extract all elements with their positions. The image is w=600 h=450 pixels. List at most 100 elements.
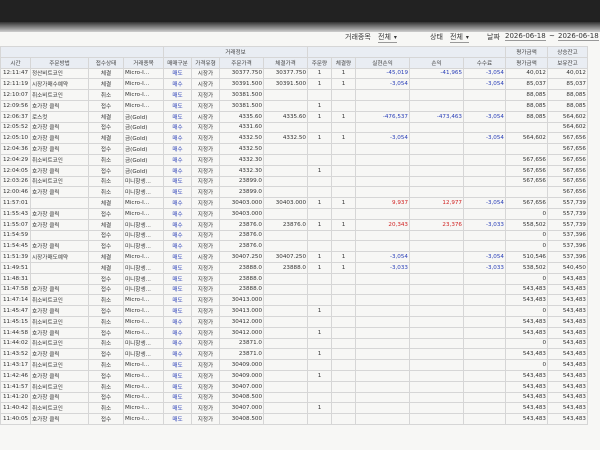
table-cell: 지정가 — [191, 218, 220, 231]
table-row[interactable]: 11:44:58 호가창 클릭 접수 Micro-I... 매수 지정가 30412.000… — [0, 326, 588, 339]
table-row[interactable]: 11:42:46 호가창 클릭 접수 Micro-I... 매도 지정가 30409.000… — [0, 369, 588, 382]
table-row[interactable]: 11:47:14 취소비트코인 취소 Micro-I... 매도 지정가 30413.000… — [0, 294, 588, 307]
table-cell: 취소비트코인 — [30, 89, 89, 101]
table-cell: 1 — [307, 110, 332, 123]
table-row[interactable]: 11:55:07 호가창 클릭 체결 미니항셍... 매수 지정가 23876.0 23876… — [0, 218, 588, 231]
table-row[interactable]: 11:40:05 호가창 클릭 접수 Micro-I... 매도 지정가 30408.500… — [0, 413, 588, 425]
table-row[interactable]: 11:40:42 취소비트코인 취소 Micro-I... 매도 지정가 30407.000… — [0, 402, 588, 415]
table-cell: 1 — [307, 261, 332, 274]
table-row[interactable]: 11:51:39 시장가매도예약 체결 Micro-I... 매도 시장가 30407.25… — [0, 251, 588, 263]
table-cell — [263, 369, 308, 382]
table-cell: 12:03:26 — [0, 175, 31, 188]
table-row[interactable]: 11:41:20 호가창 클릭 접수 Micro-I... 매도 지정가 30408.500… — [0, 391, 588, 404]
table-cell: 11:41:20 — [0, 391, 31, 404]
table-cell: Micro-I... — [123, 315, 164, 328]
table-row[interactable]: 12:04:36 호가창 클릭 접수 금(Gold) 매수 지정가 4332.50 567,6… — [0, 143, 588, 155]
table-row[interactable]: 12:11:19 시장가매수예약 체결 Micro-I... 매수 시장가 30391.50… — [0, 78, 588, 91]
table-row[interactable]: 12:04:29 취소비트코인 취소 금(Gold) 매수 지정가 4332.30 567,6… — [0, 153, 588, 166]
table-row[interactable]: 11:47:58 호가창 클릭 접수 미니항셍... 매도 지정가 23888.0 543,4… — [0, 283, 588, 296]
table-cell: 호가창 클릭 — [30, 132, 89, 145]
table-row[interactable]: 11:43:17 취소비트코인 취소 Micro-I... 매도 지정가 30409.000… — [0, 359, 588, 371]
table-row[interactable]: 11:54:45 호가창 클릭 접수 미니항셍... 매수 지정가 23876.0 0 537,… — [0, 240, 588, 253]
table-row[interactable]: 11:49:51 체결 미니항셍... 매도 지정가 23888.0 23888.0 1 1 -3… — [0, 261, 588, 274]
table-cell: 지정가 — [191, 186, 220, 199]
table-cell — [463, 337, 506, 350]
column-header[interactable]: 매매구분 — [163, 56, 192, 69]
table-cell: Micro-I... — [123, 197, 164, 209]
table-row[interactable]: 12:06:37 로스컷 체결 금(Gold) 매도 시장가 4335.60 4335.60 1… — [0, 110, 588, 123]
date-from-input[interactable]: 2026-06-18 — [505, 32, 546, 41]
stock-filter-select[interactable]: 전체 ▾ — [378, 32, 397, 43]
table-cell: 23899.0 — [219, 175, 264, 188]
table-cell: 접수 — [88, 326, 124, 339]
table-cell — [331, 283, 356, 296]
table-cell: 1 — [307, 369, 332, 382]
table-row[interactable]: 12:04:05 호가창 클릭 접수 금(Gold) 매수 지정가 4332.30 1 567,… — [0, 164, 588, 177]
status-filter-select[interactable]: 전체 ▾ — [450, 32, 469, 43]
column-header[interactable]: 접수상태 — [88, 56, 124, 69]
table-row[interactable]: 12:10:07 취소비트코인 취소 Micro-I... 매도 지정가 30381.500… — [0, 89, 588, 101]
table-cell: 지정가 — [191, 391, 220, 404]
table-cell: -41,965 — [409, 67, 464, 80]
column-header[interactable]: 가격유형 — [191, 56, 220, 69]
column-header[interactable]: 시간 — [0, 56, 31, 69]
table-cell: 호가창 클릭 — [30, 218, 89, 231]
table-row[interactable]: 11:48:31 접수 미니항셍... 매도 지정가 23888.0 0 543,483 — [0, 272, 588, 285]
table-cell — [463, 207, 506, 220]
table-cell — [409, 315, 464, 328]
column-header[interactable]: 체결량 — [331, 56, 356, 69]
column-header[interactable]: 평가금액 — [505, 56, 548, 69]
column-header[interactable]: 보유잔고 — [547, 56, 588, 69]
table-cell: 지정가 — [191, 305, 220, 317]
column-header[interactable]: 손익 — [409, 56, 464, 69]
group-header-eval-amount: 평가금액 — [505, 46, 548, 58]
table-cell: 543,483 — [505, 369, 548, 382]
table-row[interactable]: 12:05:52 호가창 클릭 접수 금(Gold) 매수 지정가 4331.60 564,6… — [0, 121, 588, 134]
table-row[interactable]: 11:45:15 취소비트코인 취소 Micro-I... 매수 지정가 30412.000… — [0, 315, 588, 328]
table-cell: 1 — [331, 78, 356, 91]
table-cell: 1 — [331, 261, 356, 274]
table-cell: 지정가 — [191, 229, 220, 242]
table-cell: 지정가 — [191, 315, 220, 328]
column-header[interactable]: 체결가격 — [263, 56, 308, 69]
table-cell: 호가창 클릭 — [30, 391, 89, 404]
column-header[interactable]: 거래종목 — [123, 56, 164, 69]
table-row[interactable]: 11:41:57 취소비트코인 취소 Micro-I... 매도 지정가 30407.000… — [0, 380, 588, 393]
table-row[interactable]: 12:05:10 호가창 클릭 체결 금(Gold) 매수 지정가 4332.50 4332.… — [0, 132, 588, 145]
table-row[interactable]: 11:55:43 호가창 클릭 접수 Micro-I... 매수 지정가 30403.000… — [0, 207, 588, 220]
table-cell — [463, 186, 506, 199]
table-cell — [463, 164, 506, 177]
date-to-input[interactable]: 2026-06-18 — [558, 32, 599, 41]
table-cell: 1 — [307, 197, 332, 209]
table-row[interactable]: 11:45:47 호가창 클릭 접수 Micro-I... 매도 지정가 30413.000… — [0, 305, 588, 317]
column-header[interactable]: 실현손익 — [355, 56, 410, 69]
table-row[interactable]: 11:57:01 체결 Micro-I... 매수 지정가 30403.000 30403.… — [0, 197, 588, 209]
table-row[interactable]: 11:43:52 호가창 클릭 접수 미니항셍... 매수 지정가 23871.0 1 543,… — [0, 348, 588, 361]
table-cell — [463, 89, 506, 101]
table-cell — [263, 99, 308, 112]
table-cell — [355, 391, 410, 404]
table-cell — [463, 229, 506, 242]
table-cell: 체결 — [88, 197, 124, 209]
table-row[interactable]: 11:44:02 취소비트코인 취소 미니항셍... 매수 지정가 23871.0 0 543,… — [0, 337, 588, 350]
table-cell: Micro-I... — [123, 326, 164, 339]
table-cell: 1 — [331, 110, 356, 123]
table-cell: 미니항셍... — [123, 337, 164, 350]
column-header[interactable]: 주문량 — [307, 56, 332, 69]
table-row[interactable]: 11:54:59 접수 미니항셍... 매수 지정가 23876.0 0 537,396 — [0, 229, 588, 242]
table-cell: 1 — [307, 348, 332, 361]
column-header[interactable]: 수수료 — [463, 56, 506, 69]
column-header[interactable]: 주문가격 — [219, 56, 264, 69]
table-cell: 543,483 — [547, 283, 588, 296]
table-row[interactable]: 12:00:46 호가창 클릭 취소 미니항셍... 매도 지정가 23899.0 567,6… — [0, 186, 588, 199]
table-cell: 30409.000 — [219, 369, 264, 382]
table-row[interactable]: 12:11:47 정산비트코인 체결 Micro-I... 매도 시장가 30377.750… — [0, 67, 588, 80]
table-cell — [355, 153, 410, 166]
table-cell: 체결 — [88, 78, 124, 91]
table-row[interactable]: 12:03:26 취소비트코인 취소 미니항셍... 매도 지정가 23899.0 567,6… — [0, 175, 588, 188]
table-cell — [463, 391, 506, 404]
table-row[interactable]: 12:09:56 호가창 클릭 접수 Micro-I... 매도 지정가 30381.500… — [0, 99, 588, 112]
column-header[interactable]: 주문방법 — [30, 56, 89, 69]
table-cell — [307, 359, 332, 371]
table-cell: 접수 — [88, 413, 124, 425]
